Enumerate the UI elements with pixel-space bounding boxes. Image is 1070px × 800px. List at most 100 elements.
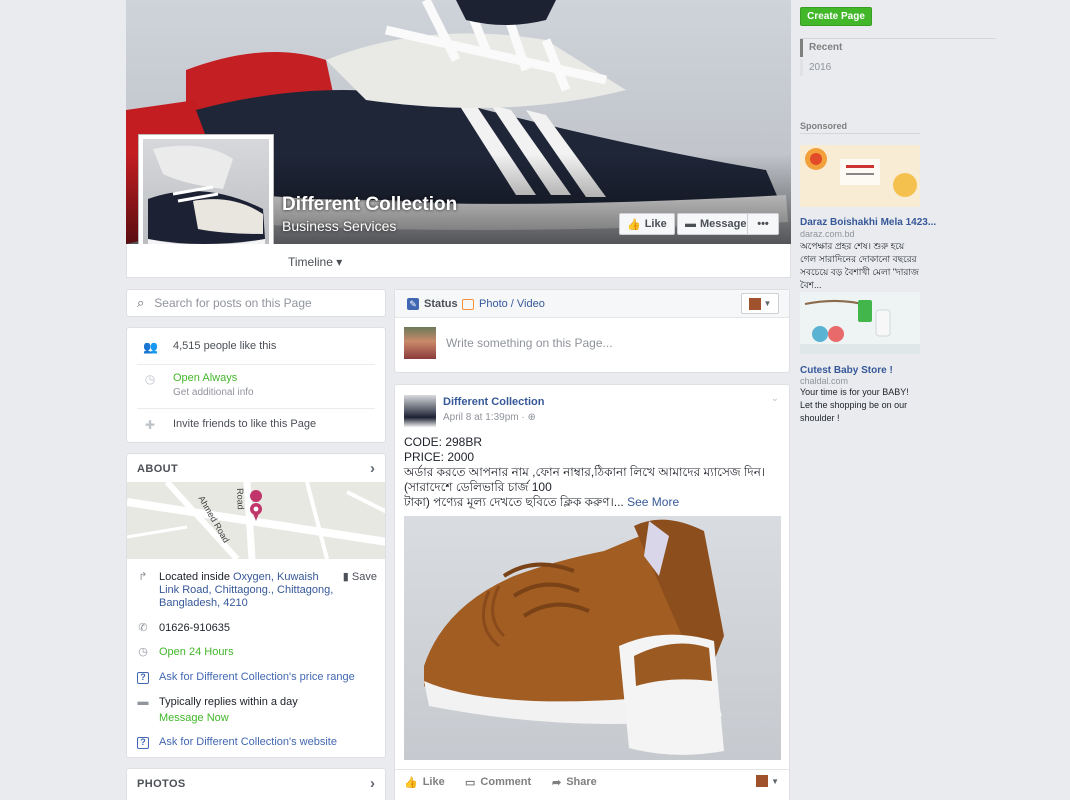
like-post-button[interactable]: 👍 Like <box>404 776 445 789</box>
post-author[interactable]: Different Collection <box>443 396 544 408</box>
about-card: ABOUT › Road Ahmed Road ↱ Located inside… <box>126 453 386 758</box>
hours-row[interactable]: ◷ Open Always Get additional info <box>127 372 385 398</box>
map-image <box>127 482 385 559</box>
map-road-label: Road <box>235 488 246 510</box>
composer-input[interactable]: Write something on this Page... <box>446 336 613 350</box>
about-title[interactable]: ABOUT <box>137 463 178 475</box>
comment-icon: ▭ <box>465 777 476 789</box>
post-line: (সারাদেশে ডেলিভারি চার্জ 100 <box>404 480 552 494</box>
located-prefix: Located inside <box>159 571 233 583</box>
post-actions: 👍 Like ▭ Comment ➦ Share ▼ <box>395 769 789 793</box>
photos-title[interactable]: PHOTOS <box>137 778 186 790</box>
share-button[interactable]: ➦ Share <box>552 776 597 789</box>
bookmark-icon: ▮ <box>342 571 349 583</box>
year-link[interactable]: 2016 <box>809 62 831 73</box>
like-page-label: Like <box>644 218 667 230</box>
search-input[interactable]: Search for posts on this Page <box>154 296 311 310</box>
page-nav-bar: Timeline ▾ <box>126 244 791 278</box>
ad-body: Your time is for your BABY! Let the shop… <box>800 387 909 423</box>
message-page-button[interactable]: ▬ Message <box>677 213 755 235</box>
ad-image[interactable] <box>800 145 920 207</box>
baby-store-ad-image <box>800 292 920 354</box>
post-line: অর্ডার করতে আপনার নাম ,ফোন নাম্বার,ঠিকান… <box>404 465 766 479</box>
brown-shoe-image <box>424 519 724 755</box>
globe-icon: ⊕ <box>527 412 536 423</box>
ad-title[interactable]: Cutest Baby Store ! <box>800 365 893 376</box>
like-page-button[interactable]: 👍 Like <box>619 213 675 235</box>
post-timestamp[interactable]: April 8 at 1:39pm · <box>443 412 527 423</box>
price-range-link[interactable]: Ask for Different Collection's price ran… <box>159 671 355 684</box>
avatar <box>748 297 761 310</box>
like-post-label: Like <box>422 776 445 788</box>
invite-friends-label: Invite friends to like this Page <box>173 418 317 430</box>
likes-row[interactable]: 👥 4,515 people like this <box>127 340 385 354</box>
tab-timeline[interactable]: Timeline ▾ <box>288 255 342 269</box>
ad-url[interactable]: daraz.com.bd <box>800 229 855 239</box>
phone-number[interactable]: 01626-910635 <box>159 622 230 635</box>
comment-label: Comment <box>480 776 532 788</box>
avatar[interactable] <box>404 395 436 427</box>
see-more-link[interactable]: See More <box>627 495 679 509</box>
create-page-button[interactable]: Create Page <box>800 7 872 26</box>
post-photo[interactable] <box>404 516 781 760</box>
chat-bubble-icon: ▬ <box>137 696 149 708</box>
chevron-right-icon[interactable]: › <box>370 460 375 477</box>
daraz-ad-image <box>800 145 920 207</box>
additional-info-link[interactable]: Get additional info <box>173 387 254 398</box>
clock-icon: ◷ <box>144 372 156 386</box>
more-dots-icon: ••• <box>757 218 769 230</box>
share-icon: ➦ <box>552 777 562 789</box>
post-as-selector[interactable]: ▼ <box>741 293 779 314</box>
invite-row[interactable]: ✚ Invite friends to like this Page <box>127 418 385 432</box>
more-options-button[interactable]: ••• <box>747 213 779 235</box>
website-link[interactable]: Ask for Different Collection's website <box>159 736 337 749</box>
likes-count: 4,515 people like this <box>173 340 277 352</box>
invite-friends-icon: ✚ <box>144 418 156 432</box>
chevron-down-icon: ▼ <box>771 776 779 786</box>
post-card: Different Collection April 8 at 1:39pm ·… <box>394 384 790 800</box>
tab-status[interactable]: ✎ Status <box>407 298 458 310</box>
status-tab-label: Status <box>424 298 458 310</box>
save-location-button[interactable]: ▮ Save <box>343 571 377 584</box>
comment-button[interactable]: ▭ Comment <box>465 776 531 789</box>
message-page-label: Message <box>700 218 747 230</box>
directions-icon: ↱ <box>138 571 148 583</box>
avatar <box>404 327 436 359</box>
post-line-last: টাকা) পণ্যের মূল্য দেখতে ছবিতে ক্লিক করু… <box>404 495 679 510</box>
photo-icon <box>462 298 474 310</box>
ad-title[interactable]: Daraz Boishakhi Mela 1423... <box>800 217 936 228</box>
chevron-right-icon[interactable]: › <box>370 775 375 792</box>
message-now-link[interactable]: Message Now <box>159 712 298 725</box>
post-options-icon[interactable]: ⌄ <box>771 393 779 404</box>
react-as-selector[interactable]: ▼ <box>756 775 779 787</box>
website-row[interactable]: ? Ask for Different Collection's website <box>137 736 377 749</box>
phone-icon: ✆ <box>138 622 148 634</box>
recent-nav <box>800 38 996 39</box>
post-line: PRICE: 2000 <box>404 450 475 464</box>
thumbs-up-icon: 👍 <box>627 218 641 231</box>
photos-card: PHOTOS › <box>126 768 386 800</box>
ad-url[interactable]: chaldal.com <box>800 376 848 386</box>
response-time: Typically replies within a day <box>159 696 298 708</box>
page-info-card: 👥 4,515 people like this ◷ Open Always G… <box>126 327 386 443</box>
page-title[interactable]: Different Collection <box>282 194 457 216</box>
post-composer: ✎ Status Photo / Video ▼ Write something… <box>394 289 790 373</box>
recent-link[interactable]: Recent <box>809 42 842 53</box>
open-hours: Open 24 Hours <box>159 646 234 658</box>
post-meta: April 8 at 1:39pm · ⊕ <box>443 412 536 423</box>
page-search-box[interactable]: ⌕ Search for posts on this Page <box>126 289 386 317</box>
price-range-row[interactable]: ? Ask for Different Collection's price r… <box>137 671 377 684</box>
year-marker <box>800 59 803 76</box>
hours-status: Open Always <box>173 372 238 384</box>
location-map[interactable]: Road Ahmed Road <box>127 482 385 559</box>
save-label: Save <box>351 571 377 583</box>
tab-photo-video[interactable]: Photo / Video <box>462 298 545 310</box>
share-label: Share <box>566 776 597 788</box>
chevron-down-icon: ▼ <box>763 299 772 308</box>
chat-bubble-icon: ▬ <box>685 218 696 230</box>
response-row: ▬ Typically replies within a day Message… <box>137 696 377 725</box>
page-category[interactable]: Business Services <box>282 218 396 234</box>
ad-image[interactable] <box>800 292 920 354</box>
question-icon: ? <box>137 671 149 684</box>
pencil-icon: ✎ <box>407 298 419 310</box>
